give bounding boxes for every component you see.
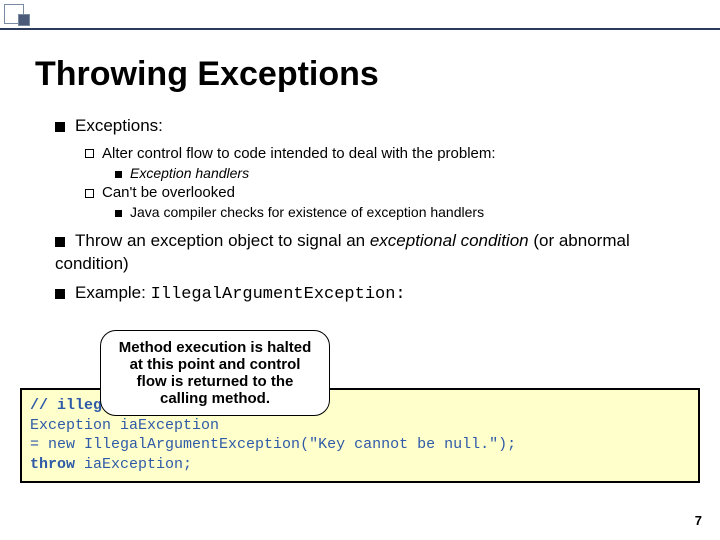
bullet-example: Example: IllegalArgumentException: [55,282,685,307]
square-bullet-icon [55,237,65,247]
bullet-throw-object: Throw an exception object to signal an e… [55,230,685,276]
bullet-alter-flow: Alter control flow to code intended to d… [85,144,685,164]
bullet-exception-handlers: Exception handlers [115,164,685,183]
hollow-square-icon [85,149,94,158]
text: Exceptions: [75,116,163,135]
square-bullet-icon [55,289,65,299]
text: Example: [75,283,151,302]
decor-rule [0,28,720,30]
slide-title: Throwing Exceptions [35,55,379,94]
callout-bubble: Method execution is halted at this point… [100,330,330,416]
square-bullet-icon [55,122,65,132]
hollow-square-icon [85,189,94,198]
callout-text: Method execution is halted at this point… [119,339,312,407]
slide-body: Exceptions: Alter control flow to code i… [55,115,685,313]
text: Alter control flow to code intended to d… [102,145,496,162]
bullet-compiler-checks: Java compiler checks for existence of ex… [115,203,685,222]
decor-square-filled [18,14,30,26]
small-square-icon [115,210,122,217]
code-line-2: Exception iaException [30,416,690,436]
small-square-icon [115,171,122,178]
code-line-4: throw iaException; [30,455,690,475]
text: Java compiler checks for existence of ex… [130,204,484,220]
text: Exception handlers [130,165,249,181]
bullet-exceptions: Exceptions: [55,115,685,138]
code-inline: IllegalArgumentException: [151,285,406,304]
text-italic: exceptional condition [370,231,529,250]
code-line-3: = new IllegalArgumentException("Key cann… [30,435,690,455]
bullet-cant-overlook: Can't be overlooked [85,183,685,203]
text: Throw an exception object to signal an [75,231,370,250]
text: Can't be overlooked [102,184,235,201]
slide-header [0,0,720,32]
page-number: 7 [695,513,702,528]
